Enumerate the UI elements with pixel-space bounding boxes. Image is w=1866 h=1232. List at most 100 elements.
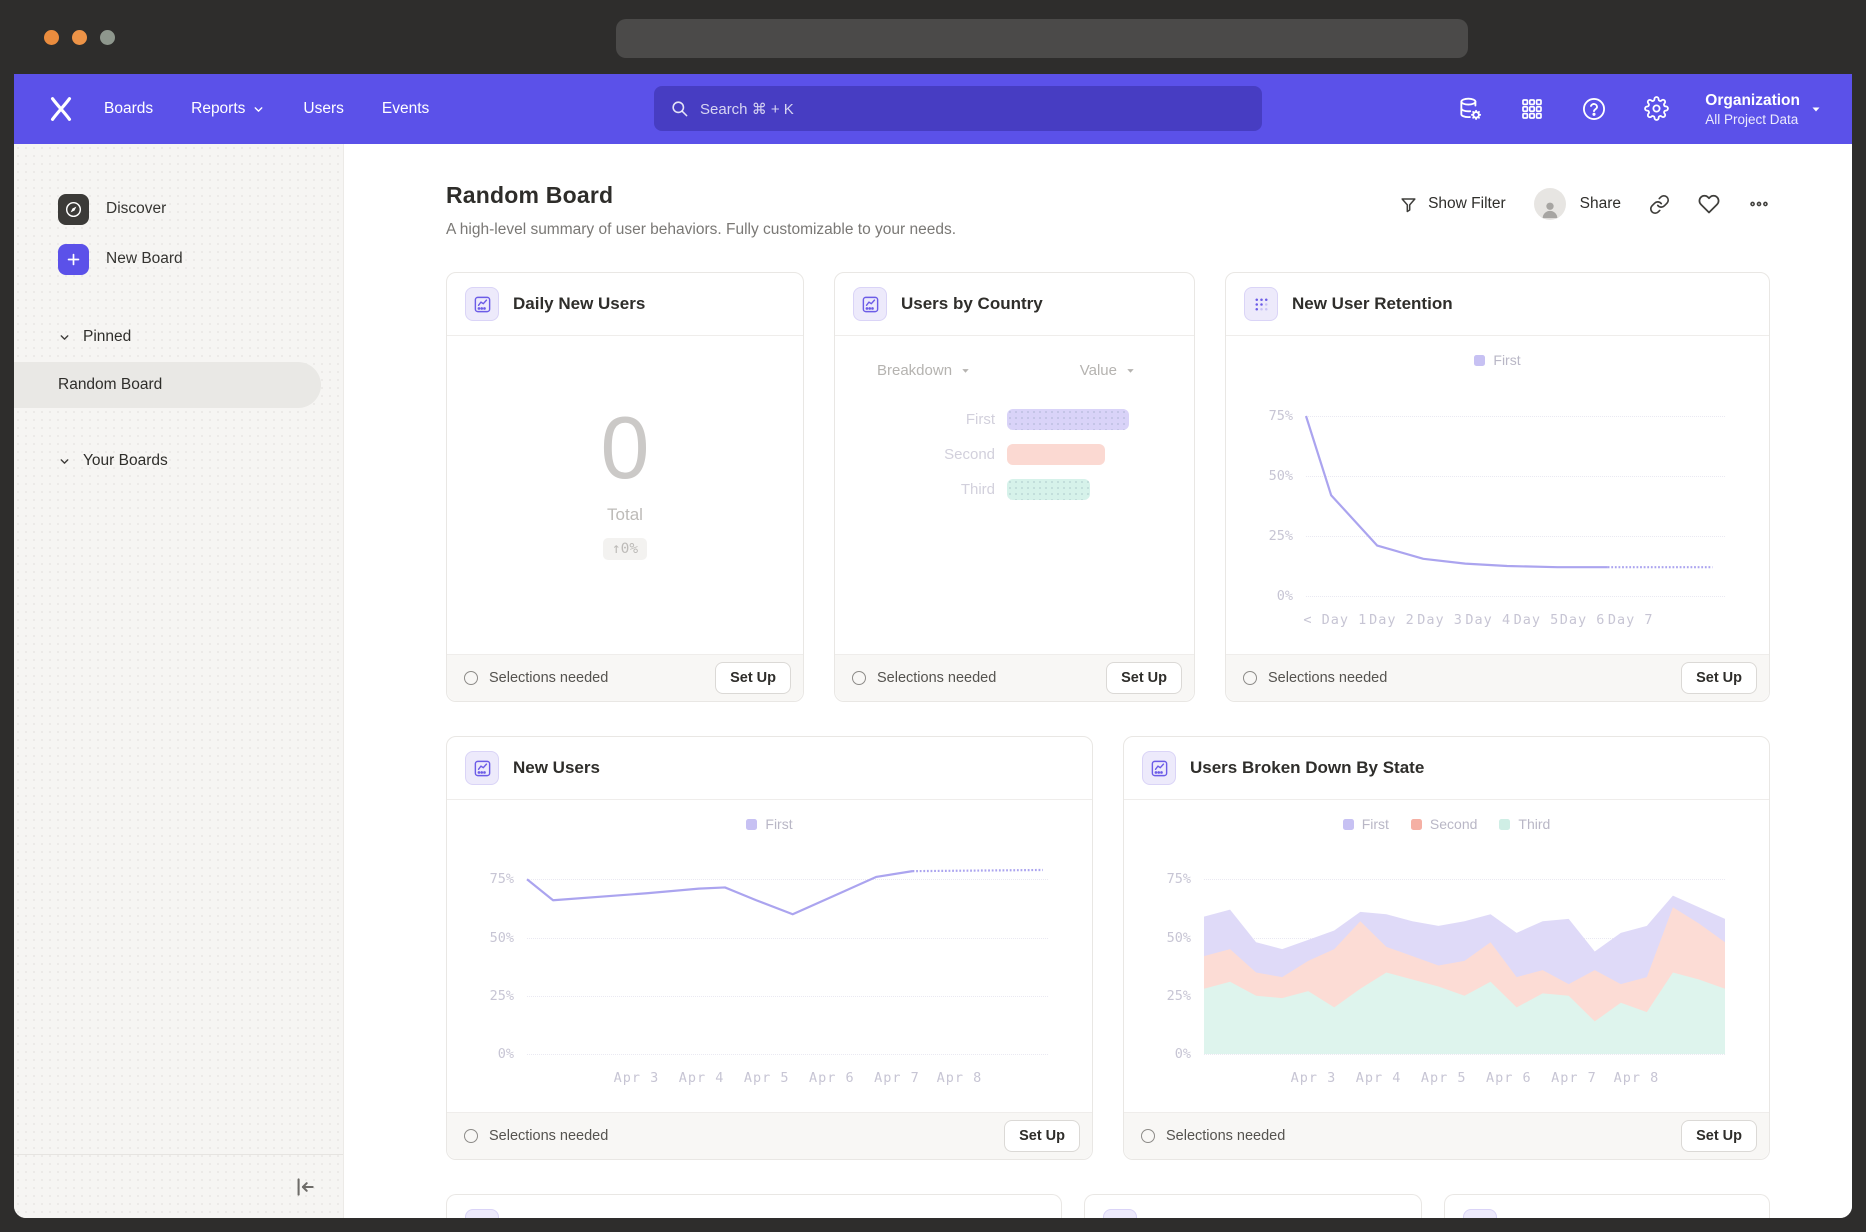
data-management-icon[interactable] [1457,96,1483,122]
share-button[interactable]: Share [1534,188,1621,220]
board-actions: Show Filter Share [1399,188,1770,220]
nav-menu: Boards Reports Users Events [104,100,429,118]
search-placeholder: Search ⌘ + K [700,100,794,118]
legend-label: First [765,816,792,832]
copy-link-icon[interactable] [1649,194,1670,215]
card-new-user-retention: New User Retention First75%50%25%0%< Day… [1225,272,1770,702]
more-options-icon[interactable] [1748,193,1770,215]
sidebar-item-random-board[interactable]: Random Board [14,362,321,408]
minimize-button[interactable] [72,30,87,45]
sidebar-item-label: New Board [106,250,183,268]
status-circle-icon [464,671,478,685]
y-axis-label: 25% [1269,528,1293,544]
new-users-line-chart: First 75%50%25%0%Apr 3Apr 4Apr 5Apr 6Apr … [447,800,1092,1112]
legend-label: Second [1430,816,1477,832]
card-insights-report: Insights Report [1084,1194,1422,1218]
close-button[interactable] [44,30,59,45]
x-axis-label: Apr 7 [1551,1070,1597,1086]
avatar [1534,188,1566,220]
gridline [1306,596,1725,597]
chevron-down-icon [1125,365,1136,376]
card-title: Daily New Users [513,294,645,314]
legend-swatch-icon [1474,355,1485,366]
collapse-sidebar-icon[interactable] [291,1174,317,1200]
x-axis-label: Day 2 [1369,612,1415,628]
set-up-button[interactable]: Set Up [1681,1120,1757,1152]
nav-item-label: Events [382,100,429,118]
mixpanel-logo-icon[interactable] [44,92,78,126]
card-stacked-line-graph: Stacked Line Graph [446,1194,1062,1218]
legend-swatch-icon [1411,819,1422,830]
help-icon[interactable] [1581,96,1607,122]
sidebar-section-your-boards[interactable]: Your Boards [14,446,343,476]
nav-item-boards[interactable]: Boards [104,100,153,118]
nav-item-events[interactable]: Events [382,100,429,118]
gridline [1204,1054,1725,1055]
status-circle-icon [1243,671,1257,685]
legend-item: Third [1499,816,1550,832]
org-project: All Project Data [1705,112,1800,127]
org-selector[interactable]: Organization All Project Data [1705,91,1822,127]
y-axis-label: 0% [1175,1046,1191,1062]
legend-label: First [1493,352,1520,368]
card-title: Stacked Line Graph [513,1216,673,1218]
card-new-users: New Users First 75%50%25%0%Apr 3Apr 4Apr … [446,736,1093,1160]
nav-item-users[interactable]: Users [303,100,343,118]
card-users-by-country: Users by Country Breakdown Value [834,272,1195,702]
set-up-button[interactable]: Set Up [1004,1120,1080,1152]
set-up-button[interactable]: Set Up [715,662,791,694]
compass-icon [58,194,89,225]
sidebar-section-pinned[interactable]: Pinned [14,322,343,352]
gridline [527,1054,1048,1055]
chart-icon [1142,751,1176,785]
bar-second [1007,444,1105,465]
traffic-lights [44,30,115,45]
card-footer: Selections needed Set Up [447,654,803,701]
share-label: Share [1580,195,1621,213]
search-input[interactable]: Search ⌘ + K [654,86,1262,131]
card-title: New Users [513,758,600,778]
card-daily-new-users: Daily New Users 0 Total ↑0% Selections n… [446,272,804,702]
x-axis-label: Apr 6 [1486,1070,1532,1086]
address-bar[interactable] [616,19,1468,58]
sidebar-item-label: Discover [106,200,166,218]
chart-icon [1103,1209,1137,1218]
card-active-users: Active Users [1444,1194,1770,1218]
status-text: Selections needed [877,670,1106,686]
x-axis-label: Apr 3 [614,1070,660,1086]
card-title: Insights Report [1151,1216,1276,1218]
card-title: Active Users [1511,1216,1614,1218]
org-name: Organization [1705,91,1800,112]
sidebar-item-discover[interactable]: Discover [14,184,343,234]
show-filter-button[interactable]: Show Filter [1399,195,1506,214]
legend-item: First [746,816,792,832]
y-axis-label: 25% [1167,988,1191,1004]
chevron-down-icon [1810,103,1822,115]
y-axis-label: 0% [1277,588,1293,604]
set-up-button[interactable]: Set Up [1106,662,1182,694]
legend-item: First [1343,816,1389,832]
x-axis-label: Apr 8 [937,1070,983,1086]
status-text: Selections needed [489,670,715,686]
breakdown-dropdown[interactable]: Breakdown [877,362,971,379]
favorite-heart-icon[interactable] [1698,193,1720,215]
nav-item-reports[interactable]: Reports [191,100,265,118]
sidebar-item-new-board[interactable]: New Board [14,234,343,284]
y-axis-label: 75% [1167,871,1191,887]
retention-line-chart: First75%50%25%0%< Day 1Day 2Day 3Day 4Da… [1226,336,1769,654]
top-nav: Boards Reports Users Events Search ⌘ + K [14,74,1852,144]
card-title: Users by Country [901,294,1043,314]
settings-gear-icon[interactable] [1643,96,1669,122]
chart-plot: 75%50%25%0%Apr 3Apr 4Apr 5Apr 6Apr 7Apr … [527,856,1048,1054]
main-content: Random Board A high-level summary of use… [344,144,1852,1218]
page-title: Random Board [446,182,956,209]
value-dropdown[interactable]: Value [1080,362,1136,379]
chart-icon [465,751,499,785]
zoom-button[interactable] [100,30,115,45]
card-users-by-state: Users Broken Down By State FirstSecondTh… [1123,736,1770,1160]
sidebar-section-label: Pinned [83,328,131,346]
apps-grid-icon[interactable] [1519,96,1545,122]
set-up-button[interactable]: Set Up [1681,662,1757,694]
y-axis-label: 50% [1269,468,1293,484]
card-footer: Selections needed Set Up [1124,1112,1769,1159]
